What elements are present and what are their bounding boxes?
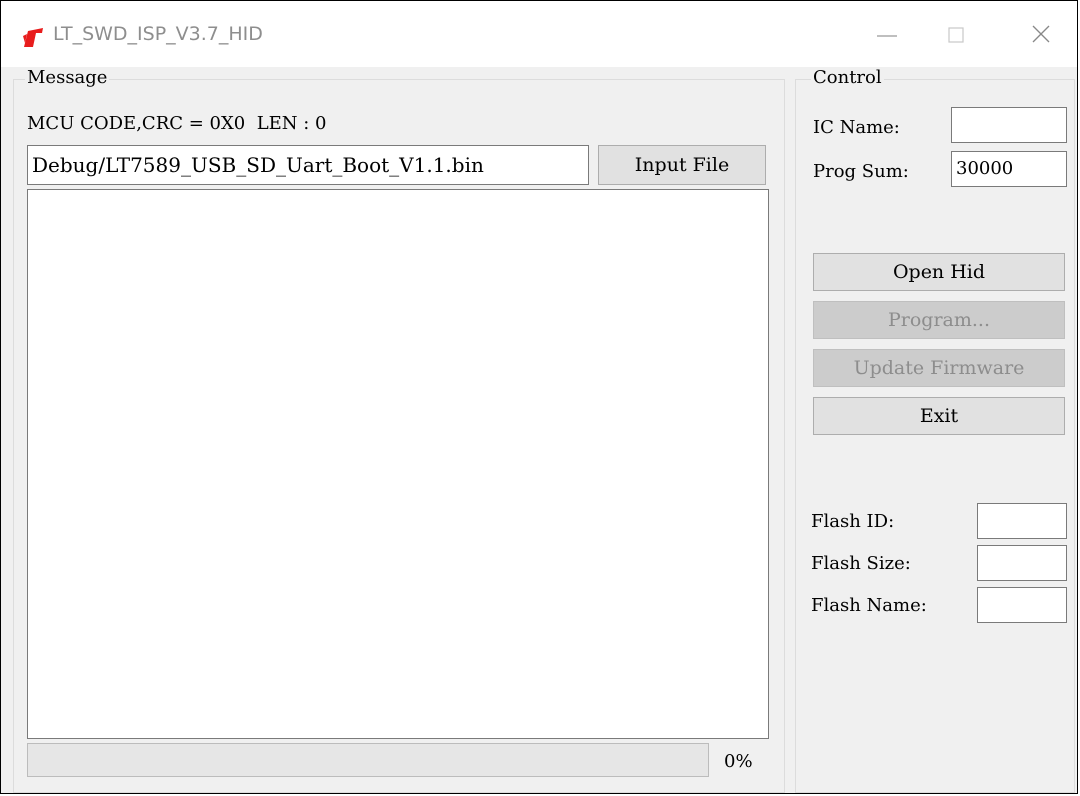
flash-name-field[interactable]: [977, 587, 1067, 623]
flash-size-field[interactable]: [977, 545, 1067, 581]
flash-size-label: Flash Size:: [811, 553, 911, 574]
maximize-icon: [948, 27, 964, 43]
program-button: Program...: [813, 301, 1065, 339]
prog-sum-label: Prog Sum:: [813, 161, 909, 182]
close-button[interactable]: [1011, 15, 1071, 55]
close-icon: [1032, 25, 1050, 43]
message-group-label: Message: [25, 67, 110, 88]
message-log[interactable]: [27, 189, 769, 739]
window-title: LT_SWD_ISP_V3.7_HID: [53, 23, 263, 45]
client-area: Message MCU CODE,CRC = 0X0 LEN : 0 Debug…: [1, 67, 1077, 793]
file-path-input[interactable]: Debug/LT7589_USB_SD_Uart_Boot_V1.1.bin: [27, 145, 589, 185]
app-window: LT_SWD_ISP_V3.7_HID Message MCU CODE,CRC…: [0, 0, 1078, 794]
prog-sum-field[interactable]: 30000: [951, 151, 1067, 187]
control-group-label: Control: [811, 67, 884, 88]
maximize-button[interactable]: [925, 15, 985, 55]
ic-name-field[interactable]: [951, 107, 1067, 143]
progress-percent: 0%: [724, 751, 753, 772]
app-logo-icon: [23, 28, 43, 47]
title-bar[interactable]: LT_SWD_ISP_V3.7_HID: [1, 1, 1077, 67]
flash-name-label: Flash Name:: [811, 595, 927, 616]
progress-bar: [27, 743, 709, 777]
exit-button[interactable]: Exit: [813, 397, 1065, 435]
open-hid-button[interactable]: Open Hid: [813, 253, 1065, 291]
minimize-icon: [877, 35, 897, 37]
minimize-button[interactable]: [857, 15, 917, 55]
flash-id-field[interactable]: [977, 503, 1067, 539]
update-firmware-button: Update Firmware: [813, 349, 1065, 387]
input-file-button[interactable]: Input File: [598, 145, 766, 185]
ic-name-label: IC Name:: [813, 117, 900, 138]
mcu-info-text: MCU CODE,CRC = 0X0 LEN : 0: [27, 113, 327, 134]
flash-id-label: Flash ID:: [811, 511, 895, 532]
